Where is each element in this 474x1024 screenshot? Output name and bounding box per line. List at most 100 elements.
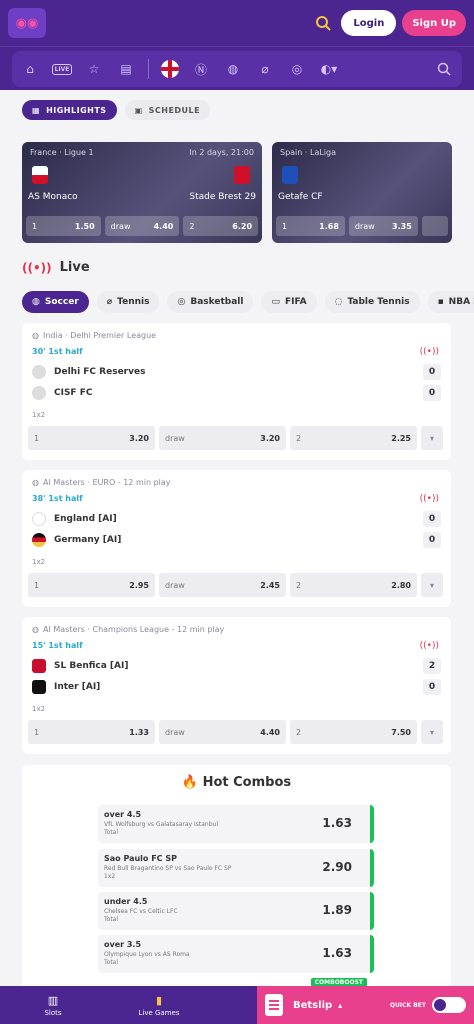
soccer-ball-icon: ◍ — [32, 478, 39, 487]
bottom-nav-slots[interactable]: ▥ Slots — [0, 986, 106, 1024]
combo-item[interactable]: over 4.5 VfL Wolfsburg vs Galatasaray Is… — [98, 805, 374, 843]
soccer-ball-icon[interactable]: ◍ — [223, 59, 243, 79]
team-score: 2 — [423, 658, 441, 674]
nav-divider — [148, 59, 149, 79]
team-crest-icon — [32, 386, 46, 400]
bottom-nav-live-games[interactable]: ▮ Live Games — [106, 986, 212, 1024]
combo-item[interactable]: Sao Paulo FC SP Red Bull Bragantino SP v… — [98, 849, 374, 887]
card-home-team: Getafe CF — [278, 192, 323, 202]
odd-value: 1.68 — [319, 221, 339, 231]
chip-label: FIFA — [285, 297, 307, 307]
odd-away-button[interactable]: 2 2.25 — [290, 426, 417, 450]
basketball-icon[interactable]: ◎ — [287, 59, 307, 79]
odd-value: 2.95 — [129, 580, 149, 590]
sport-nav-bar: ⌂ LIVE ☆ ▤ Ⓝ ◍ ⌀ ◎ ◐▾ — [0, 46, 474, 90]
odd-label: draw — [165, 433, 185, 443]
tab-highlights[interactable]: ▦ HIGHLIGHTS — [22, 100, 117, 120]
signup-button[interactable]: Sign Up — [402, 10, 466, 36]
odd-label: draw — [165, 727, 185, 737]
more-markets-chevron-icon[interactable]: ▾ — [421, 426, 443, 450]
card-odds-row: 1 1.68 draw 3.35 — [276, 216, 448, 236]
live-icon[interactable]: LIVE — [51, 59, 73, 79]
odd-value: 2.80 — [391, 580, 411, 590]
sport-nav-inner: ⌂ LIVE ☆ ▤ Ⓝ ◍ ⌀ ◎ ◐▾ — [12, 51, 462, 87]
combo-desc-line: 1x2 — [104, 873, 116, 880]
odd-home-button[interactable]: 1 2.95 — [28, 573, 155, 597]
odd-draw-button[interactable]: draw 3.35 — [348, 216, 418, 236]
more-sports-icon[interactable]: ◐▾ — [319, 59, 339, 79]
odd-value: 3.35 — [392, 221, 412, 231]
tennis-racket-icon[interactable]: ⌀ — [255, 59, 275, 79]
odd-home-button[interactable]: 1 1.50 — [26, 216, 101, 236]
odd-home-button[interactable]: 1 3.20 — [28, 426, 155, 450]
odd-value: 3.20 — [260, 433, 280, 443]
odd-away-button[interactable]: 2 6.20 — [183, 216, 259, 236]
tab-schedule[interactable]: ▣ SCHEDULE — [124, 100, 211, 120]
combo-item[interactable]: over 3.5 Olympique Lyon vs AS Roma Total … — [98, 935, 374, 973]
more-markets-chevron-icon[interactable]: ▾ — [421, 720, 443, 744]
odd-home-button[interactable]: 1 1.68 — [276, 216, 345, 236]
market-label: 1x2 — [32, 411, 46, 419]
chip-tennis[interactable]: ⌀ Tennis — [96, 291, 160, 313]
odd-value: 2.25 — [391, 433, 411, 443]
star-icon[interactable]: ☆ — [84, 59, 104, 79]
combo-name: under 4.5 — [104, 897, 148, 906]
odd-away-button[interactable]: 2 2.80 — [290, 573, 417, 597]
odd-home-button[interactable]: 1 1.33 — [28, 720, 155, 744]
chip-nba2k[interactable]: ▪ NBA 2 — [427, 291, 474, 313]
live-match-card[interactable]: ◍ AI Masters · EURO - 12 min play 38' 1st… — [22, 470, 451, 607]
card-home-team: AS Monaco — [28, 192, 78, 202]
chip-fifa[interactable]: ▭ FIFA — [261, 291, 317, 313]
odd-away-button[interactable]: 2 7.50 — [290, 720, 417, 744]
odd-label: 2 — [296, 433, 302, 443]
odd-draw-button[interactable]: draw 4.40 — [159, 720, 286, 744]
combo-item[interactable]: under 4.5 Chelsea FC vs Celtic LFC Total … — [98, 892, 374, 930]
live-match-card[interactable]: ◍ AI Masters · Champions League - 12 min … — [22, 617, 451, 754]
chip-table-tennis[interactable]: ◌ Table Tennis — [324, 291, 420, 313]
match-odds-row: 1 3.20 draw 3.20 2 2.25 ▾ — [28, 426, 443, 450]
document-icon[interactable]: ▤ — [116, 59, 136, 79]
highlight-card[interactable]: Spain · LaLiga Getafe CF 1 1.68 draw 3.35 — [272, 142, 452, 243]
card-league: France · Ligue 1 — [30, 148, 94, 157]
odd-draw-button[interactable]: draw 4.40 — [104, 216, 180, 236]
odd-label: 1 — [282, 221, 288, 231]
quick-bet-toggle[interactable] — [432, 997, 466, 1013]
nav-search-icon[interactable] — [434, 59, 454, 79]
germany-flag-icon — [32, 533, 46, 547]
home-icon[interactable]: ⌂ — [20, 59, 40, 79]
combo-odd: 1.89 — [322, 903, 352, 917]
combo-desc: Chelsea FC vs Celtic LFC Total — [104, 908, 178, 924]
odd-value: 4.40 — [153, 221, 174, 231]
more-markets-chevron-icon[interactable]: ▾ — [421, 573, 443, 597]
combo-desc-line: Red Bull Bragantino SP vs Sao Paulo FC S… — [104, 865, 232, 872]
live-section-title: ((•)) Live — [22, 260, 90, 275]
league-label: AI Masters · EURO - 12 min play — [42, 478, 171, 487]
chip-basketball[interactable]: ◎ Basketball — [167, 291, 254, 313]
league-label: AI Masters · Champions League - 12 min p… — [42, 625, 225, 634]
getafe-crest-icon — [282, 166, 298, 184]
odd-draw-button[interactable]: draw 3.20 — [159, 426, 286, 450]
search-icon[interactable] — [311, 11, 335, 35]
nations-league-icon[interactable]: Ⓝ — [191, 59, 211, 79]
betslip-button[interactable]: Betslip ▴ QUICK BET — [257, 986, 474, 1024]
live-match-card[interactable]: ◍ India · Delhi Premier League 30' 1st ha… — [22, 323, 451, 460]
tab-highlights-label: HIGHLIGHTS — [46, 105, 107, 115]
odd-value: 7.50 — [391, 727, 411, 737]
logo-icon[interactable]: ◉◉ — [8, 8, 46, 38]
card-league: Spain · LaLiga — [280, 148, 336, 157]
odd-draw-button[interactable]: draw 2.45 — [159, 573, 286, 597]
odd-value: 1.33 — [129, 727, 149, 737]
chip-soccer[interactable]: ◍ Soccer — [22, 291, 89, 313]
match-league: ◍ AI Masters · EURO - 12 min play — [32, 478, 171, 487]
odd-value: 3.20 — [129, 433, 149, 443]
odd-value: 6.20 — [232, 221, 253, 231]
highlight-cards: France · Ligue 1 In 2 days, 21:00 AS Mon… — [22, 142, 452, 243]
login-button[interactable]: Login — [341, 10, 397, 36]
match-time: 38' 1st half — [32, 494, 83, 503]
odd-label: 2 — [189, 221, 195, 231]
odd-away-button[interactable] — [421, 216, 448, 236]
highlight-card[interactable]: France · Ligue 1 In 2 days, 21:00 AS Mon… — [22, 142, 262, 243]
market-label: 1x2 — [32, 705, 46, 713]
england-flag-icon[interactable] — [161, 60, 179, 78]
team-score: 0 — [423, 385, 441, 401]
